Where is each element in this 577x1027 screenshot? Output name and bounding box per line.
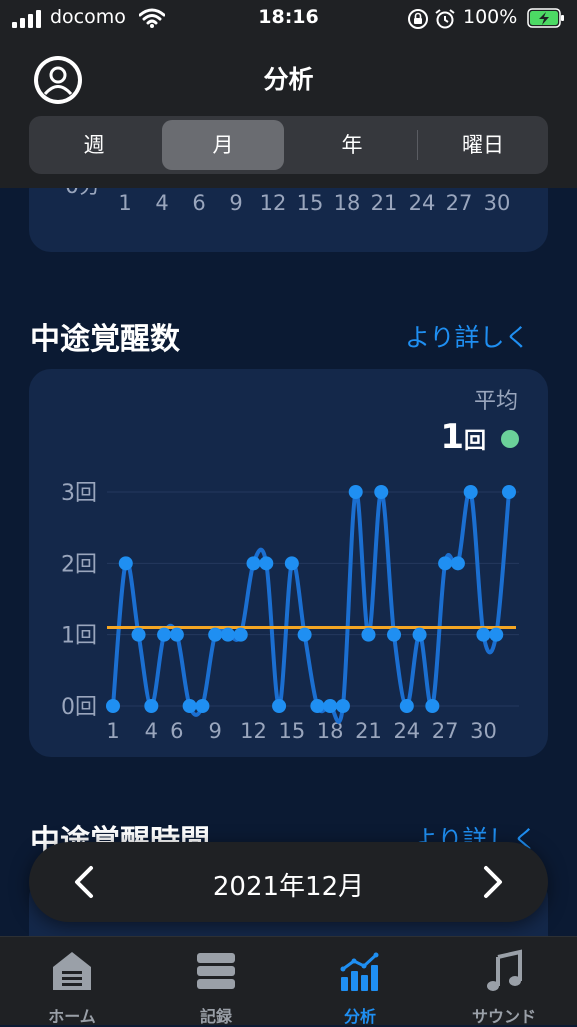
data-point bbox=[335, 699, 350, 713]
records-icon bbox=[197, 953, 235, 989]
analysis-content[interactable]: 0分 1 4 6 9 12 15 18 21 24 27 30 中途覚醒数 より… bbox=[0, 188, 577, 936]
x-tick: 18 bbox=[333, 191, 361, 215]
x-tick: 27 bbox=[445, 191, 473, 215]
tab-label-records: 記録 bbox=[199, 1007, 232, 1026]
y-tick-label: 2回 bbox=[61, 552, 97, 577]
data-point bbox=[425, 699, 440, 713]
tab-label-analysis: 分析 bbox=[343, 1007, 376, 1026]
segment-month[interactable]: 月 bbox=[162, 120, 284, 170]
data-point bbox=[272, 699, 287, 713]
x-tick: 30 bbox=[483, 191, 511, 215]
data-point bbox=[297, 627, 312, 642]
y-axis-label: 0分 bbox=[65, 188, 101, 200]
segment-divider bbox=[417, 130, 418, 160]
data-point bbox=[463, 485, 478, 499]
tab-sound[interactable]: サウンド bbox=[432, 945, 576, 1026]
month-navigator: 2021年12月 bbox=[29, 842, 548, 922]
data-point bbox=[169, 627, 184, 642]
x-tick: 1 bbox=[118, 191, 132, 215]
section-title-wake-count: 中途覚醒数 bbox=[30, 322, 180, 357]
data-point bbox=[438, 556, 453, 571]
analysis-icon bbox=[340, 952, 379, 991]
more-details-link[interactable]: より詳しく bbox=[405, 318, 530, 354]
y-tick-label: 3回 bbox=[61, 481, 97, 506]
data-point bbox=[284, 556, 299, 571]
data-point bbox=[246, 556, 261, 571]
segment-year[interactable]: 年 bbox=[291, 120, 413, 170]
x-tick-label: 24 bbox=[393, 719, 420, 743]
tab-home[interactable]: ホーム bbox=[0, 945, 144, 1026]
x-tick: 15 bbox=[296, 191, 324, 215]
home-icon bbox=[53, 952, 91, 990]
data-point bbox=[233, 627, 248, 642]
wake-count-chart-card: 平均 1回 0回 1回 2回 3回 1 4 6 9 12 15 18 21 24 27 30 bbox=[29, 369, 548, 757]
x-tick-label: 21 bbox=[355, 719, 382, 743]
data-point bbox=[195, 699, 210, 713]
battery-percentage: 100% bbox=[463, 6, 518, 28]
x-tick: 24 bbox=[408, 191, 436, 215]
data-point bbox=[502, 485, 516, 499]
current-month-label: 2021年12月 bbox=[212, 872, 365, 902]
x-tick-label: 12 bbox=[240, 719, 267, 743]
x-tick: 12 bbox=[259, 191, 287, 215]
x-tick: 21 bbox=[370, 191, 398, 215]
data-point bbox=[450, 556, 465, 571]
y-tick-label: 1回 bbox=[61, 624, 97, 649]
segment-weekday[interactable]: 曜日 bbox=[422, 120, 544, 170]
data-point bbox=[118, 556, 133, 571]
data-point bbox=[182, 699, 197, 713]
x-tick: 9 bbox=[229, 191, 243, 215]
series-line bbox=[111, 488, 511, 724]
page-title: 分析 bbox=[263, 65, 314, 94]
data-point bbox=[489, 627, 504, 642]
data-point bbox=[361, 627, 376, 642]
data-point bbox=[399, 699, 414, 713]
x-tick-label: 15 bbox=[278, 719, 305, 743]
data-point bbox=[208, 627, 223, 642]
x-tick: 4 bbox=[155, 191, 169, 215]
data-point bbox=[157, 627, 172, 642]
x-tick-label: 1 bbox=[106, 719, 119, 743]
sleep-time-chart-card: 0分 1 4 6 9 12 15 18 21 24 27 30 bbox=[29, 188, 548, 252]
app-header: 分析 週 月 年 曜日 bbox=[0, 38, 577, 188]
segment-week[interactable]: 週 bbox=[33, 120, 155, 170]
data-point bbox=[131, 627, 146, 642]
music-note-icon bbox=[487, 949, 522, 991]
tab-label-home: ホーム bbox=[48, 1007, 96, 1026]
x-tick: 6 bbox=[192, 191, 206, 215]
chevron-right-icon[interactable] bbox=[472, 862, 512, 902]
rotation-lock-icon bbox=[408, 9, 428, 29]
data-point bbox=[259, 556, 274, 571]
data-point bbox=[476, 627, 491, 642]
battery-charging-icon bbox=[527, 8, 564, 28]
tab-records[interactable]: 記録 bbox=[144, 945, 288, 1026]
x-tick-label: 6 bbox=[170, 719, 183, 743]
data-point bbox=[412, 627, 427, 642]
tab-analysis[interactable]: 分析 bbox=[288, 945, 432, 1026]
wake-count-line-chart: 0回1回2回3回1 4 6 9 12 15 18 21 24 27 30 bbox=[61, 481, 519, 743]
status-bar: docomo 18:16 100% bbox=[0, 0, 577, 38]
data-point bbox=[144, 699, 159, 713]
data-point bbox=[348, 485, 363, 499]
bottom-tab-bar: ホーム 記録 分析 サウンド bbox=[0, 936, 577, 1026]
data-point bbox=[220, 627, 235, 642]
alarm-icon bbox=[435, 9, 455, 29]
data-point bbox=[374, 485, 389, 499]
tab-label-sound: サウンド bbox=[471, 1007, 536, 1026]
x-tick-label: 4 bbox=[145, 719, 158, 743]
data-point bbox=[387, 627, 402, 642]
period-segmented-control: 週 月 年 曜日 bbox=[29, 116, 548, 174]
x-tick-label: 9 bbox=[209, 719, 222, 743]
y-tick-label: 0回 bbox=[61, 695, 97, 720]
x-tick-label: 30 bbox=[470, 719, 497, 743]
data-point bbox=[106, 699, 120, 713]
data-point bbox=[310, 699, 325, 713]
x-tick-label: 27 bbox=[432, 719, 459, 743]
data-point bbox=[323, 699, 338, 713]
